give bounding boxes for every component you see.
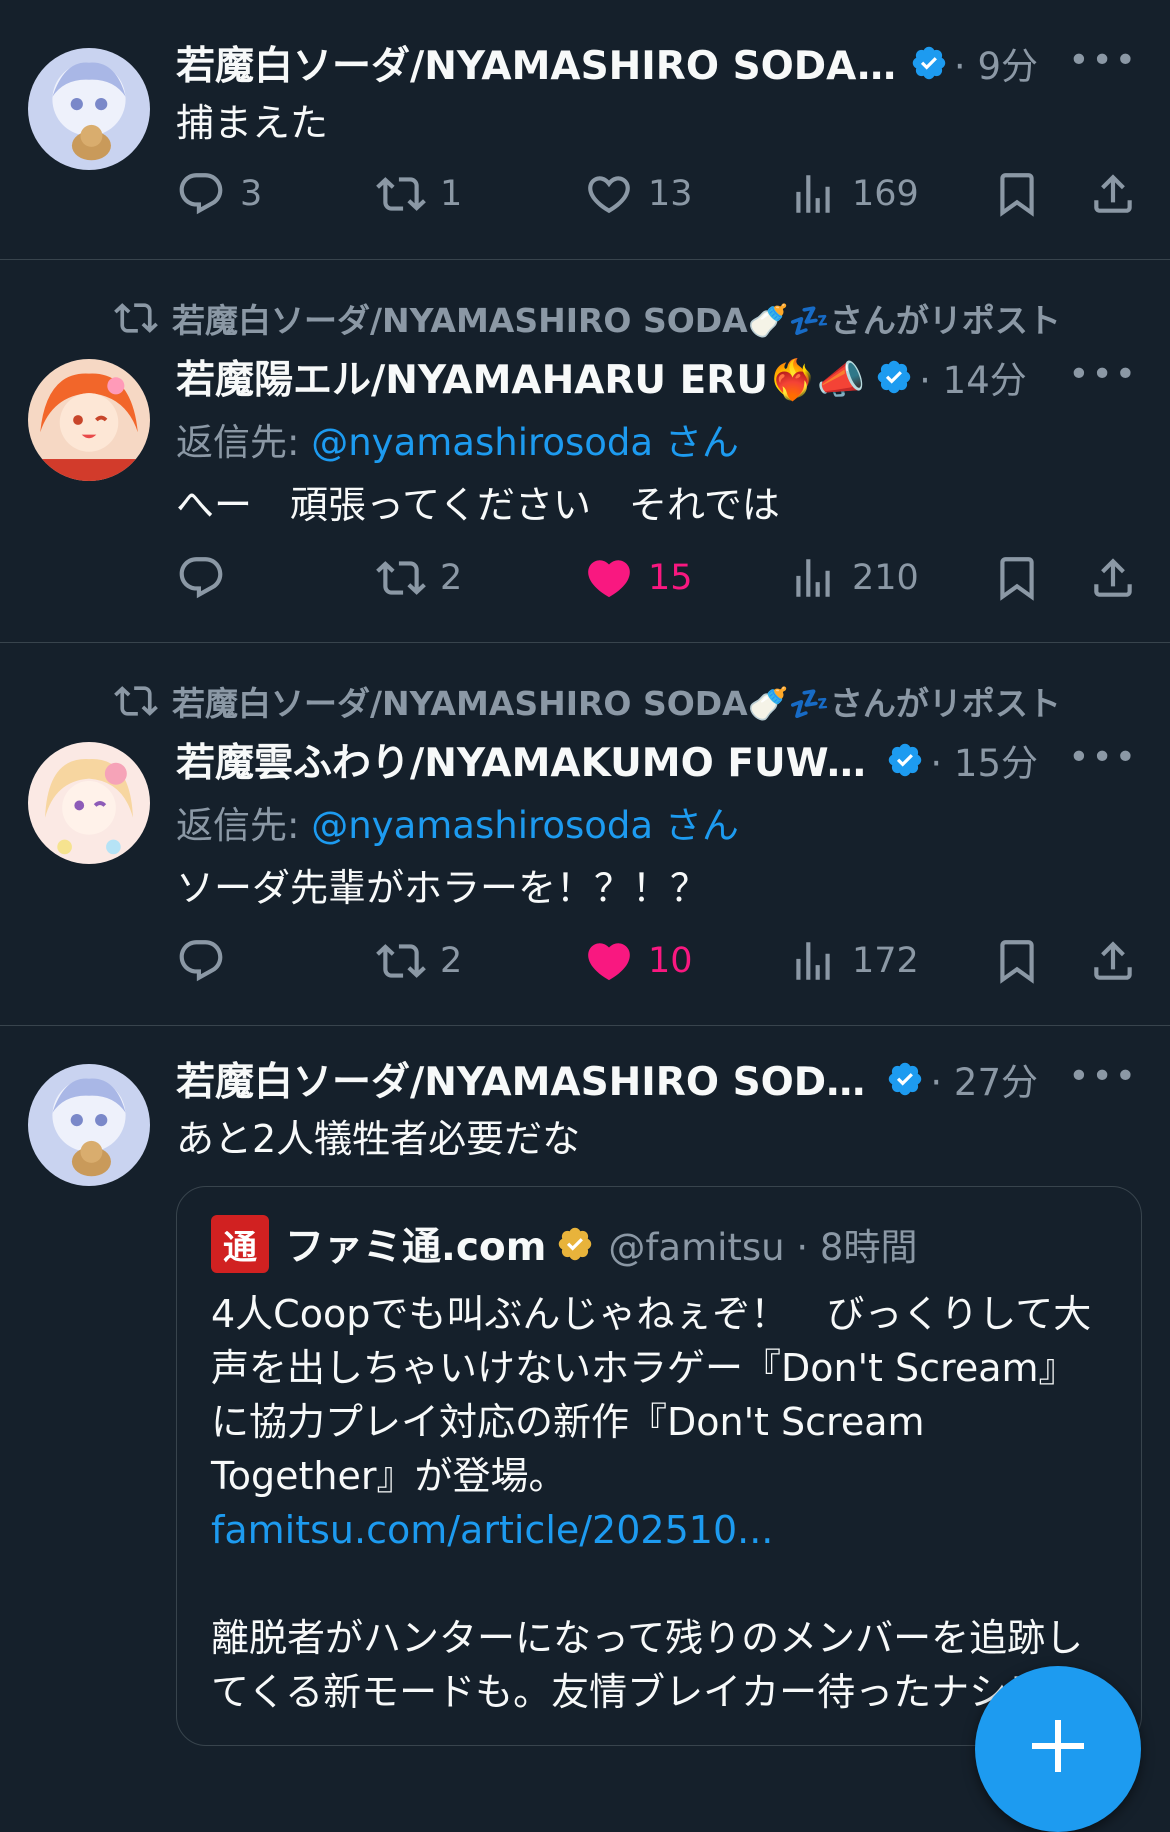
repost-label: 若魔白ソーダ/NYAMASHIRO SODA🍼💤さんがリポスト bbox=[172, 301, 1061, 340]
reply-icon bbox=[176, 169, 226, 219]
reply-context: 返信先: @nyamashirosoda さん bbox=[176, 412, 1138, 466]
repost-icon bbox=[114, 296, 158, 340]
repost-icon bbox=[376, 936, 426, 986]
quoted-author-name[interactable]: ファミ通.com bbox=[285, 1216, 546, 1272]
share-button[interactable] bbox=[1088, 164, 1152, 224]
tweet[interactable]: 若魔白ソーダ/NYAMASHIRO SODA🍼💤さんがリポスト 若魔陽エル/NY… bbox=[0, 260, 1170, 643]
analytics-icon bbox=[788, 936, 838, 986]
verified-badge-icon bbox=[910, 44, 948, 82]
author-name[interactable]: 若魔陽エル/NYAMAHARU ERU❤️‍🔥📣 bbox=[176, 349, 865, 405]
repost-button[interactable]: 1 bbox=[376, 164, 462, 224]
heart-filled-icon bbox=[584, 553, 634, 603]
bookmark-button[interactable] bbox=[992, 548, 1056, 608]
article-link[interactable]: famitsu.com/article/202510... bbox=[211, 1508, 773, 1552]
reply-handle-link[interactable]: @nyamashirosoda さん bbox=[311, 804, 739, 847]
analytics-icon bbox=[788, 169, 838, 219]
tweet-text: あと2人犠牲者必要だな bbox=[176, 1117, 581, 1161]
share-button[interactable] bbox=[1088, 931, 1152, 991]
reply-prefix: 返信先: bbox=[176, 421, 312, 464]
avatar[interactable] bbox=[28, 742, 150, 864]
reply-button[interactable]: 3 bbox=[176, 164, 262, 224]
views-button[interactable]: 169 bbox=[788, 164, 919, 224]
views-button[interactable]: 210 bbox=[788, 548, 919, 608]
author-name[interactable]: 若魔白ソーダ/NYAMASHIRO SODA... bbox=[176, 35, 900, 91]
bookmark-icon bbox=[992, 936, 1042, 986]
repost-count: 2 bbox=[440, 941, 463, 981]
bookmark-icon bbox=[992, 169, 1042, 219]
repost-button[interactable]: 2 bbox=[376, 931, 462, 991]
plus-icon bbox=[1032, 1720, 1084, 1772]
like-count: 10 bbox=[648, 941, 693, 981]
verified-badge-icon bbox=[886, 741, 924, 779]
more-options-icon[interactable]: ••• bbox=[1068, 40, 1138, 81]
timestamp[interactable]: · 9分 bbox=[954, 36, 1038, 90]
share-button[interactable] bbox=[1088, 548, 1152, 608]
like-button[interactable]: 15 bbox=[584, 548, 693, 608]
tweet[interactable]: 若魔白ソーダ/NYAMASHIRO SODA... · 9分 ••• 捕まえた … bbox=[0, 0, 1170, 260]
repost-count: 2 bbox=[440, 558, 463, 598]
analytics-icon bbox=[788, 553, 838, 603]
author-name[interactable]: 若魔白ソーダ/NYAMASHIRO SODA... bbox=[176, 1051, 876, 1107]
compose-post-button[interactable] bbox=[975, 1666, 1141, 1832]
share-icon bbox=[1088, 553, 1138, 603]
repost-icon bbox=[376, 553, 426, 603]
more-options-icon[interactable]: ••• bbox=[1068, 354, 1138, 395]
avatar[interactable] bbox=[28, 1064, 150, 1186]
tweet-text: へー 頑張ってください それでは bbox=[176, 483, 780, 527]
reply-handle-link[interactable]: @nyamashirosoda さん bbox=[311, 421, 739, 464]
repost-count: 1 bbox=[440, 174, 463, 214]
verified-gold-badge-icon bbox=[556, 1225, 594, 1263]
like-button[interactable]: 13 bbox=[584, 164, 693, 224]
reply-icon bbox=[176, 553, 226, 603]
view-count: 172 bbox=[852, 941, 919, 981]
author-name[interactable]: 若魔雲ふわり/NYAMAKUMO FUWA... bbox=[176, 732, 876, 788]
view-count: 210 bbox=[852, 558, 919, 598]
view-count: 169 bbox=[852, 174, 919, 214]
reply-count: 3 bbox=[240, 174, 263, 214]
quoted-handle-time[interactable]: @famitsu · 8時間 bbox=[608, 1217, 917, 1271]
repost-context[interactable]: 若魔白ソーダ/NYAMASHIRO SODA🍼💤さんがリポスト bbox=[114, 296, 1061, 340]
avatar[interactable] bbox=[28, 359, 150, 481]
more-options-icon[interactable]: ••• bbox=[1068, 737, 1138, 778]
repost-icon bbox=[376, 169, 426, 219]
repost-label: 若魔白ソーダ/NYAMASHIRO SODA🍼💤さんがリポスト bbox=[172, 684, 1061, 723]
views-button[interactable]: 172 bbox=[788, 931, 919, 991]
tweet[interactable]: 若魔白ソーダ/NYAMASHIRO SODA🍼💤さんがリポスト 若魔雲ふわり/N… bbox=[0, 643, 1170, 1026]
tweet-text: 捕まえた bbox=[176, 101, 329, 145]
share-icon bbox=[1088, 169, 1138, 219]
repost-context[interactable]: 若魔白ソーダ/NYAMASHIRO SODA🍼💤さんがリポスト bbox=[114, 679, 1061, 723]
quoted-tweet[interactable]: 通 ファミ通.com @famitsu · 8時間 4人Coopでも叫ぶんじゃね… bbox=[176, 1186, 1142, 1746]
reply-prefix: 返信先: bbox=[176, 804, 312, 847]
bookmark-button[interactable] bbox=[992, 164, 1056, 224]
verified-badge-icon bbox=[886, 1060, 924, 1098]
avatar[interactable] bbox=[28, 48, 150, 170]
reply-button[interactable] bbox=[176, 548, 240, 608]
like-count: 15 bbox=[648, 558, 693, 598]
like-count: 13 bbox=[648, 174, 693, 214]
timestamp[interactable]: · 14分 bbox=[919, 350, 1027, 404]
verified-badge-icon bbox=[875, 358, 913, 396]
famitsu-logo-icon[interactable]: 通 bbox=[211, 1215, 269, 1273]
more-options-icon[interactable]: ••• bbox=[1068, 1056, 1138, 1097]
heart-filled-icon bbox=[584, 936, 634, 986]
share-icon bbox=[1088, 936, 1138, 986]
repost-icon bbox=[114, 679, 158, 723]
reply-button[interactable] bbox=[176, 931, 240, 991]
repost-button[interactable]: 2 bbox=[376, 548, 462, 608]
like-button[interactable]: 10 bbox=[584, 931, 693, 991]
tweet[interactable]: 若魔白ソーダ/NYAMASHIRO SODA... · 27分 ••• あと2人… bbox=[0, 1026, 1170, 1780]
reply-context: 返信先: @nyamashirosoda さん bbox=[176, 795, 1138, 849]
tweet-text: ソーダ先輩がホラーを！？！？ bbox=[176, 866, 709, 910]
quoted-text: 4人Coopでも叫ぶんじゃねぇぞ！ びっくりして大声を出しちゃいけないホラゲー『… bbox=[211, 1292, 1092, 1714]
reply-icon bbox=[176, 936, 226, 986]
timestamp[interactable]: · 15分 bbox=[930, 733, 1038, 787]
timestamp[interactable]: · 27分 bbox=[930, 1052, 1038, 1106]
heart-icon bbox=[584, 169, 634, 219]
bookmark-icon bbox=[992, 553, 1042, 603]
bookmark-button[interactable] bbox=[992, 931, 1056, 991]
